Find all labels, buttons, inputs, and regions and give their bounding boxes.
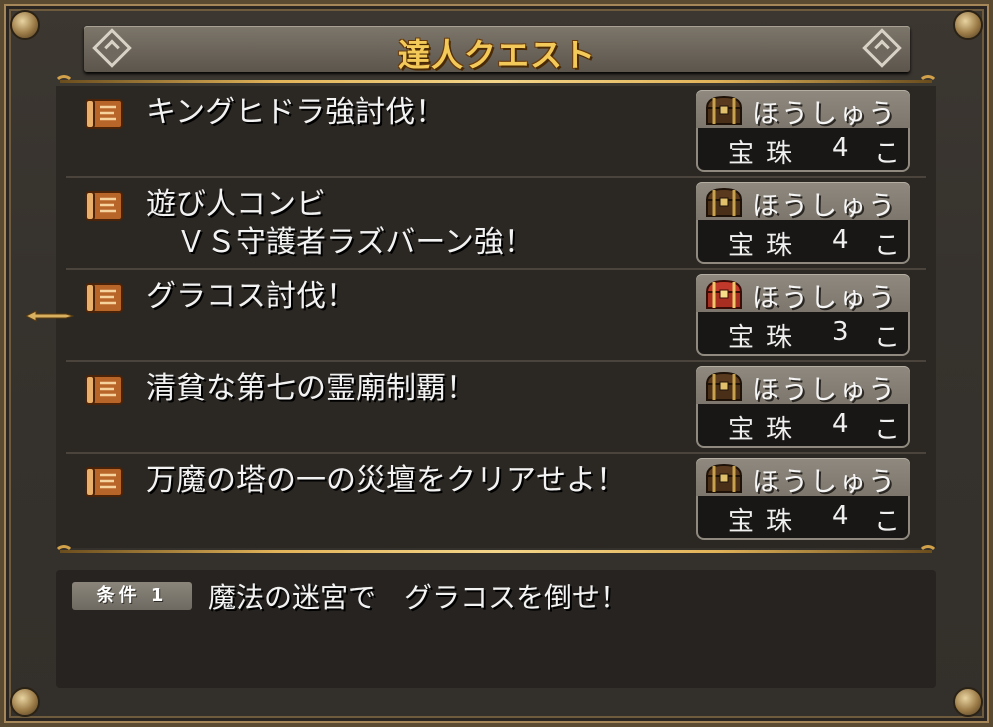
condition-text: 魔法の迷宮で グラコスを倒せ！ <box>208 581 629 614</box>
reward-count: 4 <box>832 409 849 439</box>
reward-count: 3 <box>832 317 849 347</box>
reward-header: ほうしゅう <box>696 90 910 130</box>
treasure-chest-icon <box>705 279 743 309</box>
reward-count: 4 <box>832 225 849 255</box>
reward-label: ほうしゅう <box>752 375 897 406</box>
reward-body: 宝珠 4 こ <box>696 128 910 172</box>
reward-label: ほうしゅう <box>752 191 897 222</box>
divider-bottom <box>54 545 938 553</box>
reward-body: 宝珠 3 こ <box>696 312 910 356</box>
treasure-chest-icon <box>705 95 743 125</box>
reward-box: ほうしゅう 宝珠 3 こ <box>696 274 910 356</box>
reward-item: 宝珠 <box>728 323 805 353</box>
scroll-icon <box>85 283 123 313</box>
reward-item: 宝珠 <box>728 231 805 261</box>
quest-title: グラコス討伐！ <box>146 279 356 314</box>
scroll-icon <box>85 375 123 405</box>
corner-ornament <box>10 10 40 40</box>
corner-ornament <box>10 687 40 717</box>
reward-header: ほうしゅう <box>696 274 910 314</box>
scroll-icon <box>85 99 123 129</box>
reward-header: ほうしゅう <box>696 458 910 498</box>
corner-ornament <box>953 10 983 40</box>
title-bar: 達人クエスト <box>84 26 910 74</box>
reward-count: 4 <box>832 133 849 163</box>
reward-item: 宝珠 <box>728 139 805 169</box>
reward-box: ほうしゅう 宝珠 4 こ <box>696 366 910 448</box>
quest-title: 万魔の塔の一の災壇をクリアせよ！ <box>146 463 626 498</box>
quest-title: キングヒドラ強討伐！ <box>146 95 446 130</box>
quest-list: キングヒドラ強討伐！ ほうしゅう 宝珠 4 こ 遊び人コンビ ＶＳ守護者ラズバー… <box>56 86 936 548</box>
reward-item: 宝珠 <box>728 507 805 537</box>
reward-label: ほうしゅう <box>752 99 897 130</box>
reward-body: 宝珠 4 こ <box>696 220 910 264</box>
window-title: 達人クエスト <box>397 36 596 74</box>
pointer-arrow-icon <box>26 310 74 322</box>
reward-header: ほうしゅう <box>696 366 910 406</box>
quest-row[interactable]: キングヒドラ強討伐！ ほうしゅう 宝珠 4 こ <box>56 86 936 178</box>
condition-badge: 条件 1 <box>72 582 192 610</box>
reward-count: 4 <box>832 501 849 531</box>
reward-body: 宝珠 4 こ <box>696 496 910 540</box>
treasure-chest-icon <box>705 371 743 401</box>
quest-title: 清貧な第七の霊廟制覇！ <box>146 371 476 406</box>
reward-box: ほうしゅう 宝珠 4 こ <box>696 182 910 264</box>
reward-label: ほうしゅう <box>752 283 897 314</box>
reward-unit: こ <box>874 415 901 445</box>
reward-unit: こ <box>874 323 901 353</box>
reward-unit: こ <box>874 139 901 169</box>
quest-row[interactable]: 万魔の塔の一の災壇をクリアせよ！ ほうしゅう 宝珠 4 こ <box>56 454 936 546</box>
reward-box: ほうしゅう 宝珠 4 こ <box>696 458 910 540</box>
treasure-chest-icon <box>705 187 743 217</box>
reward-label: ほうしゅう <box>752 467 897 498</box>
treasure-chest-icon <box>705 463 743 493</box>
quest-title: 遊び人コンビ <box>146 187 326 222</box>
quest-row[interactable]: 清貧な第七の霊廟制覇！ ほうしゅう 宝珠 4 こ <box>56 362 936 454</box>
quest-row-selected[interactable]: グラコス討伐！ ほうしゅう 宝珠 3 こ <box>56 270 936 362</box>
divider-top <box>54 75 938 83</box>
quest-title-line2: ＶＳ守護者ラズバーン強！ <box>146 225 534 260</box>
reward-body: 宝珠 4 こ <box>696 404 910 448</box>
quest-row[interactable]: 遊び人コンビ ＶＳ守護者ラズバーン強！ ほうしゅう 宝珠 4 こ <box>56 178 936 270</box>
reward-header: ほうしゅう <box>696 182 910 222</box>
reward-item: 宝珠 <box>728 415 805 445</box>
condition-panel: 条件 1 魔法の迷宮で グラコスを倒せ！ <box>56 570 936 688</box>
reward-box: ほうしゅう 宝珠 4 こ <box>696 90 910 172</box>
scroll-icon <box>85 191 123 221</box>
reward-unit: こ <box>874 507 901 537</box>
corner-ornament <box>953 687 983 717</box>
scroll-icon <box>85 467 123 497</box>
reward-unit: こ <box>874 231 901 261</box>
